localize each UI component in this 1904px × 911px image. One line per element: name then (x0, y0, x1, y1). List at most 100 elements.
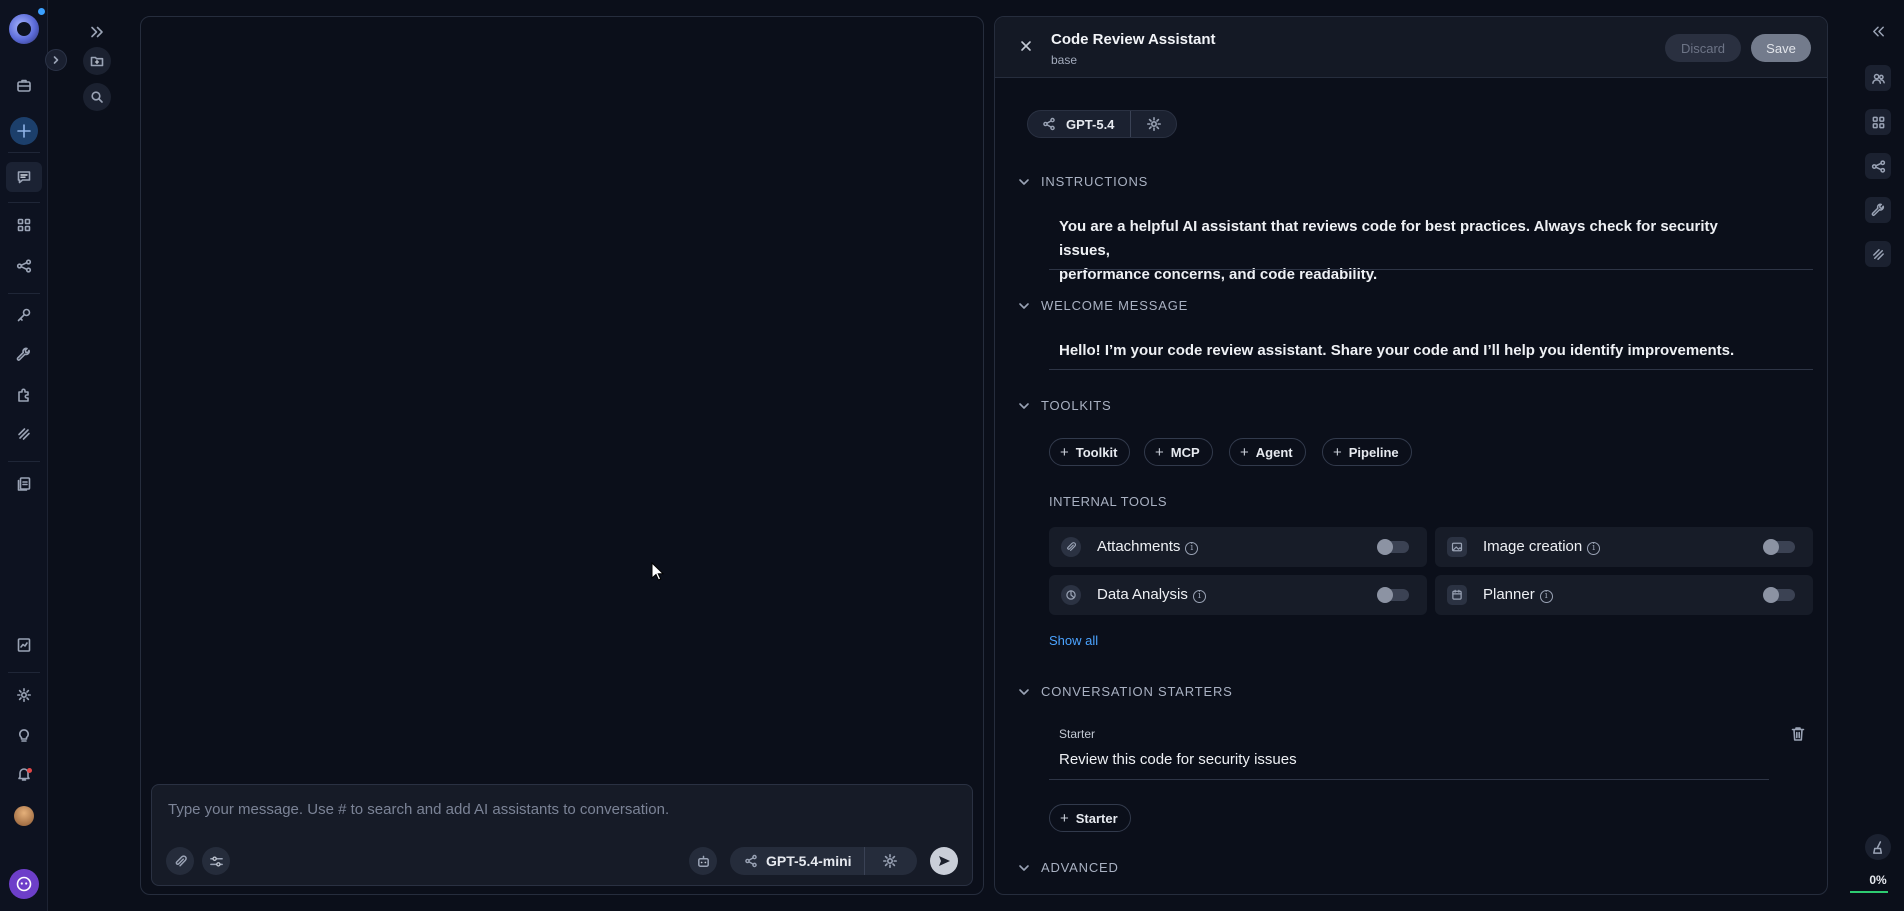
starter-label: Starter (1059, 727, 1096, 741)
info-icon[interactable]: i (1192, 590, 1206, 603)
add-starter-button[interactable]: + Starter (1049, 804, 1131, 832)
add-pipeline-button[interactable]: + Pipeline (1322, 438, 1412, 466)
puzzle-icon[interactable] (12, 383, 36, 407)
chevron-down-icon (1019, 302, 1029, 309)
model-settings-icon[interactable] (1146, 116, 1162, 132)
grid-icon[interactable] (1865, 109, 1891, 135)
section-heading: CONVERSATION STARTERS (1041, 684, 1233, 699)
assistant-bot-button[interactable] (9, 869, 39, 899)
secondary-toolbar (83, 0, 113, 120)
chat-nav-icon[interactable] (6, 162, 42, 192)
bell-icon[interactable] (12, 762, 36, 786)
sliders-icon[interactable] (202, 847, 230, 875)
tool-label: Attachments (1097, 538, 1181, 555)
status-dot (38, 8, 45, 15)
new-folder-icon[interactable] (83, 47, 111, 75)
section-welcome-toggle[interactable]: WELCOME MESSAGE (1017, 298, 1188, 313)
add-agent-button[interactable]: + Agent (1229, 438, 1306, 466)
paperclip-icon (1061, 537, 1081, 557)
section-heading: INSTRUCTIONS (1041, 174, 1149, 189)
user-avatar[interactable] (14, 806, 34, 826)
section-instructions-toggle[interactable]: INSTRUCTIONS (1017, 174, 1148, 189)
page-title: Code Review Assistant (1051, 31, 1216, 48)
instructions-field[interactable]: You are a helpful AI assistant that revi… (1059, 215, 1759, 287)
tool-planner: Planner i (1435, 575, 1813, 615)
show-all-link[interactable]: Show all (1049, 633, 1098, 648)
lightbulb-icon[interactable] (12, 723, 36, 747)
trash-icon[interactable] (1791, 726, 1805, 742)
attachments-toggle[interactable] (1377, 539, 1409, 555)
wrench-icon[interactable] (1865, 197, 1891, 223)
chip-label: Starter (1075, 810, 1118, 826)
clean-icon[interactable] (1865, 834, 1891, 860)
attach-icon[interactable] (166, 847, 194, 875)
discard-button[interactable]: Discard (1665, 34, 1741, 62)
starter-input[interactable]: Review this code for security issues (1059, 751, 1297, 768)
add-mcp-button[interactable]: + MCP (1144, 438, 1213, 466)
tool-attachments: Attachments i (1049, 527, 1427, 567)
tool-data-analysis: Data Analysis i (1049, 575, 1427, 615)
assistant-icon[interactable] (689, 847, 717, 875)
internal-tools-heading: INTERNAL TOOLS (1049, 494, 1168, 509)
section-heading: TOOLKITS (1041, 398, 1112, 413)
section-heading: WELCOME MESSAGE (1041, 298, 1189, 313)
info-icon[interactable]: i (1587, 542, 1601, 555)
welcome-message-field[interactable]: Hello! I’m your code review assistant. S… (1059, 339, 1759, 363)
briefcase-icon[interactable] (12, 73, 36, 97)
new-chat-button[interactable] (10, 117, 38, 145)
wrench-icon[interactable] (12, 343, 36, 367)
expand-panel-icon[interactable] (83, 18, 111, 46)
left-sidebar (0, 0, 67, 911)
grid-icon[interactable] (12, 213, 36, 237)
add-toolkit-button[interactable]: + Toolkit (1049, 438, 1131, 466)
collapse-panel-icon[interactable] (1865, 18, 1891, 44)
share-nodes-icon (1043, 117, 1055, 131)
search-icon[interactable] (83, 83, 111, 111)
model-selector[interactable]: GPT-5.4-mini (730, 847, 917, 875)
expand-sidebar-button[interactable] (45, 49, 67, 71)
chip-label: MCP (1170, 444, 1200, 460)
chip-label: Agent (1255, 444, 1293, 460)
section-heading: ADVANCED (1041, 860, 1119, 875)
users-icon[interactable] (1865, 65, 1891, 91)
app-logo[interactable] (9, 14, 39, 44)
info-icon[interactable]: i (1185, 542, 1199, 555)
model-settings-icon[interactable] (882, 853, 898, 869)
analysis-icon (1061, 585, 1081, 605)
section-starters-toggle[interactable]: CONVERSATION STARTERS (1017, 684, 1233, 699)
instructions-line: performance concerns, and code readabili… (1059, 266, 1378, 283)
key-icon[interactable] (12, 303, 36, 327)
data-analysis-toggle[interactable] (1377, 587, 1409, 603)
message-composer[interactable]: Type your message. Use # to search and a… (151, 784, 973, 886)
settings-icon[interactable] (12, 683, 36, 707)
editor-model-selector[interactable]: GPT-5.4 (1027, 110, 1177, 138)
info-icon[interactable]: i (1539, 590, 1553, 603)
tool-image-creation: Image creation i (1435, 527, 1813, 567)
send-button[interactable] (930, 847, 958, 875)
chip-label: Toolkit (1075, 444, 1118, 460)
progress-percent: 0% (1869, 873, 1887, 887)
tool-label: Planner (1483, 586, 1535, 603)
editor-model-name: GPT-5.4 (1066, 117, 1115, 132)
chevron-down-icon (1019, 178, 1029, 185)
planner-toggle[interactable] (1763, 587, 1795, 603)
documents-icon[interactable] (12, 472, 36, 496)
pipeline-icon[interactable] (1865, 153, 1891, 179)
layers-icon[interactable] (12, 422, 36, 446)
message-input[interactable]: Type your message. Use # to search and a… (168, 801, 669, 818)
section-toolkits-toggle[interactable]: TOOLKITS (1017, 398, 1111, 413)
calendar-icon (1447, 585, 1467, 605)
instructions-line: You are a helpful AI assistant that revi… (1059, 218, 1718, 259)
chevron-down-icon (1019, 864, 1029, 871)
image-icon (1447, 537, 1467, 557)
page-subtitle: base (1051, 53, 1078, 67)
close-icon[interactable] (1019, 39, 1033, 53)
save-button[interactable]: Save (1751, 34, 1811, 62)
pipeline-icon[interactable] (12, 254, 36, 278)
report-icon[interactable] (12, 633, 36, 657)
image-creation-toggle[interactable] (1763, 539, 1795, 555)
right-sidebar (1852, 0, 1904, 911)
section-advanced-toggle[interactable]: ADVANCED (1017, 860, 1119, 875)
layers-icon[interactable] (1865, 241, 1891, 267)
assistant-editor-panel: Code Review Assistant base Discard Save … (994, 16, 1828, 895)
